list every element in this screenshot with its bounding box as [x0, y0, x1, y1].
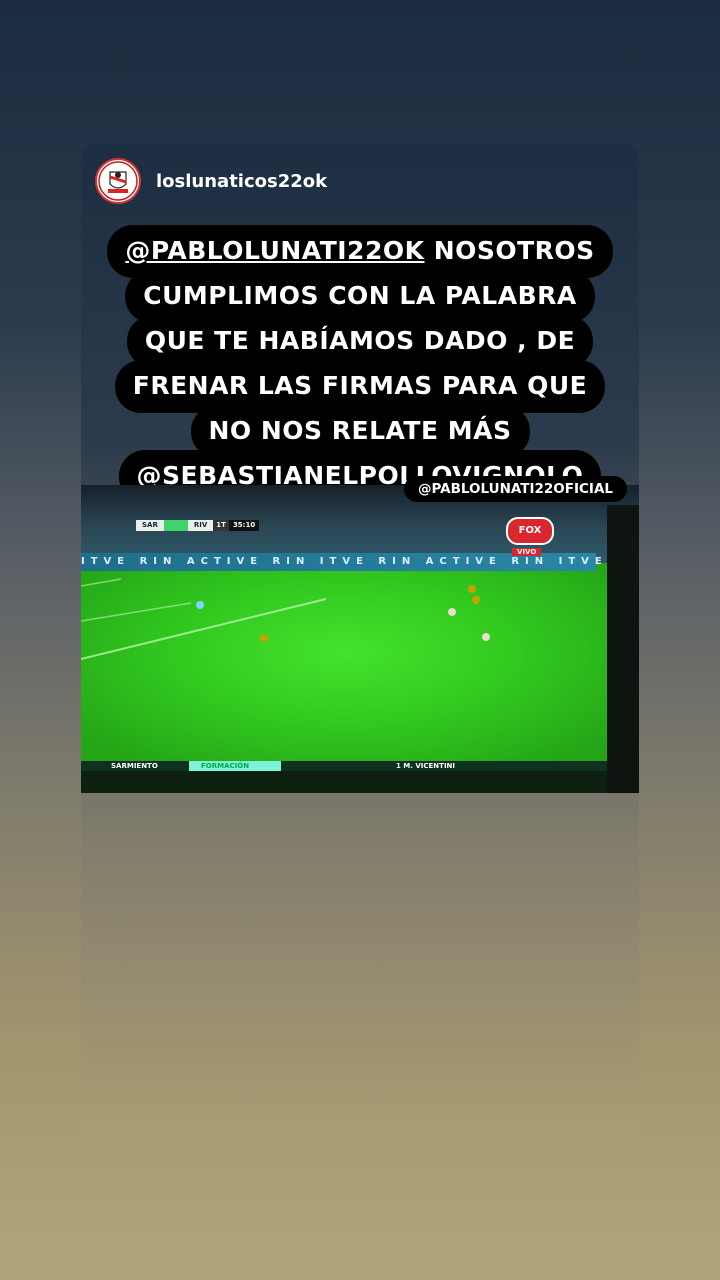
empty-area [81, 793, 639, 1137]
pitch-lines [81, 578, 490, 660]
caption-text: @PABLOLUNATI22OK NOSOTROS CUMPLIMOS CON … [81, 225, 639, 503]
score-bar [163, 520, 188, 531]
tv-bezel [607, 505, 639, 793]
mention-link[interactable]: @PABLOLUNATI22OK [125, 236, 424, 265]
live-badge: VIVO [512, 548, 542, 556]
avatar[interactable] [95, 158, 141, 204]
football-broadcast-image: ITVE RIN ACTIVE RIN ITVE RIN ACTIVE RIN … [81, 485, 639, 793]
lower-third-ticker: SARMIENTO FORMACIÓN 1 M. VICENTINI [81, 761, 611, 771]
story-header: loslunaticos22ok [95, 157, 327, 205]
pitch [81, 563, 611, 763]
club-logo-icon [98, 161, 138, 201]
ticker-team: SARMIENTO [111, 762, 158, 770]
username[interactable]: loslunaticos22ok [156, 171, 327, 192]
home-team: SAR [136, 520, 164, 531]
match-half: 1T [213, 520, 229, 531]
story-card: loslunaticos22ok @PABLOLUNATI22OK NOSOTR… [81, 143, 639, 1137]
match-clock: 35:10 [228, 520, 260, 531]
ticker-player: 1 M. VICENTINI [396, 762, 456, 770]
away-team: RIV [187, 520, 214, 531]
ticker-section: FORMACIÓN [189, 761, 281, 771]
mention-tag[interactable]: @PABLOLUNATI22OFICIAL [404, 476, 627, 502]
scoreboard: SAR RIV 1T 35:10 [136, 520, 260, 531]
broadcaster-logo: FOX [506, 517, 554, 545]
